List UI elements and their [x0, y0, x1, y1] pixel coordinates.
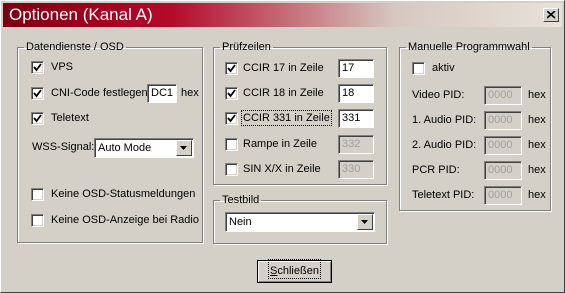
pid-3-input[interactable]: 0000: [484, 161, 522, 180]
group-testbild-legend: Testbild: [222, 194, 260, 206]
pid-0-unit: hex: [528, 89, 546, 101]
pz-row-0-input[interactable]: 17: [338, 59, 374, 78]
schliessen-button-label: Schließen: [268, 259, 321, 279]
title-bar[interactable]: Optionen (Kanal A): [3, 3, 562, 27]
pz-row-3-label: Rampe in Zeile: [243, 138, 317, 150]
pz-row-2-input[interactable]: 331: [338, 109, 374, 128]
teletext-label: Teletext: [51, 112, 89, 124]
pid-2-label: 2. Audio PID:: [412, 139, 477, 151]
pid-0-label: Video PID:: [412, 89, 465, 101]
pid-0-input[interactable]: 0000: [484, 86, 522, 105]
wss-label: WSS-Signal:: [32, 141, 95, 153]
pid-1-label: 1. Audio PID:: [412, 114, 477, 126]
pz-row-3-input[interactable]: 332: [338, 135, 374, 154]
group-datendienste-legend: Datendienste / OSD: [26, 41, 124, 53]
testbild-select[interactable]: Nein: [225, 212, 375, 232]
wss-select[interactable]: Auto Mode: [94, 138, 194, 158]
pid-2-input[interactable]: 0000: [484, 136, 522, 155]
cni-label: CNI-Code festlegen:: [51, 87, 151, 99]
pz-row-1-input[interactable]: 18: [338, 84, 374, 103]
pz-row-3-checkbox[interactable]: [225, 138, 238, 151]
pid-3-unit: hex: [528, 164, 546, 176]
schliessen-button[interactable]: Schließen: [257, 259, 332, 283]
pz-row-1-checkbox[interactable]: [225, 87, 238, 100]
pid-1-input[interactable]: 0000: [484, 111, 522, 130]
pz-row-2-label: CCIR 331 in Zeile: [241, 110, 332, 126]
wss-dropdown-button[interactable]: [176, 140, 192, 156]
aktiv-label: aktiv: [432, 62, 455, 74]
testbild-select-value: Nein: [229, 216, 252, 228]
teletext-checkbox[interactable]: [31, 112, 44, 125]
pid-2-unit: hex: [528, 139, 546, 151]
keine-radio-checkbox[interactable]: [31, 214, 44, 227]
close-window-button[interactable]: [543, 8, 559, 22]
window-title: Optionen (Kanal A): [9, 5, 153, 24]
close-icon: [547, 11, 556, 19]
chevron-down-icon: [361, 220, 368, 224]
pid-4-label: Teletext PID:: [412, 189, 475, 201]
pz-row-0-label: CCIR 17 in Zeile: [243, 62, 324, 74]
group-manuell-legend: Manuelle Programmwahl: [408, 41, 530, 53]
vps-label: VPS: [51, 61, 74, 73]
pz-row-1-label: CCIR 18 in Zeile: [243, 87, 324, 99]
pid-3-label: PCR PID:: [412, 164, 460, 176]
chevron-down-icon: [180, 146, 187, 150]
pid-4-unit: hex: [528, 189, 546, 201]
keine-status-label: Keine OSD-Statusmeldungen: [51, 188, 196, 200]
cni-unit: hex: [181, 87, 199, 99]
group-pruefzeilen-legend: Prüfzeilen: [222, 41, 271, 53]
cni-checkbox[interactable]: [31, 87, 44, 100]
cni-code-input[interactable]: DC1: [147, 84, 177, 103]
testbild-dropdown-button[interactable]: [357, 214, 373, 230]
wss-select-value: Auto Mode: [98, 142, 152, 154]
pz-row-4-label: SIN X/X in Zeile: [243, 163, 321, 175]
keine-status-checkbox[interactable]: [31, 188, 44, 201]
vps-checkbox[interactable]: [31, 61, 44, 74]
pz-row-2-checkbox[interactable]: [225, 112, 238, 125]
keine-radio-label: Keine OSD-Anzeige bei Radio: [51, 214, 199, 226]
pid-4-input[interactable]: 0000: [484, 186, 522, 205]
pz-row-0-checkbox[interactable]: [225, 62, 238, 75]
pid-1-unit: hex: [528, 114, 546, 126]
pz-row-4-input[interactable]: 330: [338, 160, 374, 179]
options-dialog: Optionen (Kanal A) Datendienste / OSD VP…: [0, 0, 565, 293]
aktiv-checkbox[interactable]: [412, 62, 425, 75]
pz-row-4-checkbox[interactable]: [225, 163, 238, 176]
